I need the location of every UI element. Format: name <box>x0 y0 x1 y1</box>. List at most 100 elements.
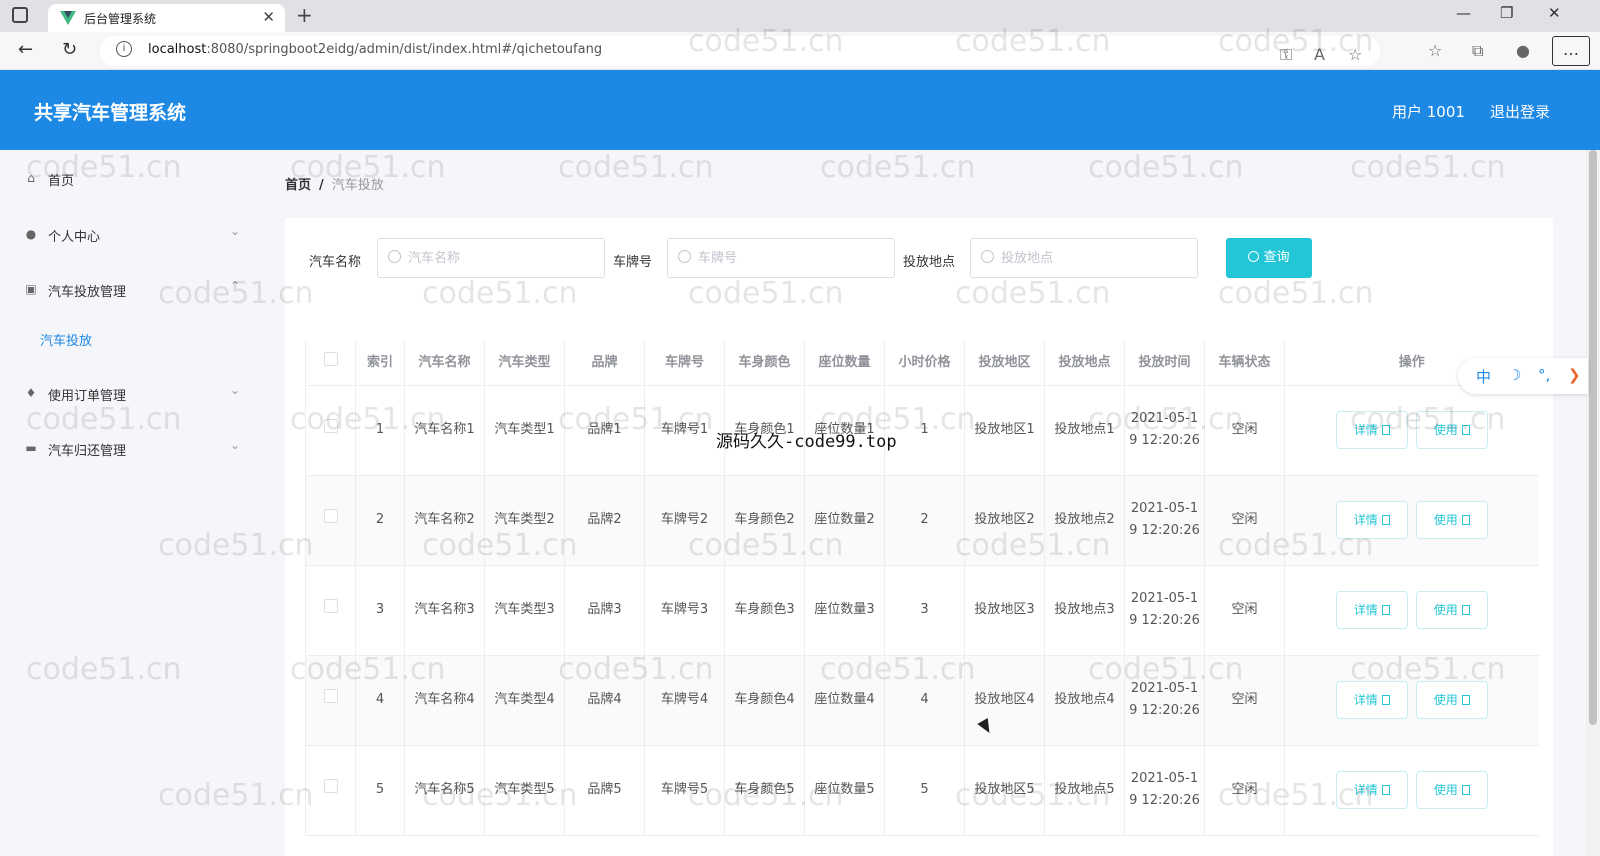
status-cell: 空闲 <box>1204 745 1285 836</box>
region-cell: 投放地区1 <box>964 385 1045 476</box>
url-field[interactable]: i localhost:8080/springboot2eidg/admin/d… <box>100 36 1380 66</box>
row-select-cell[interactable] <box>305 385 356 476</box>
detail-button[interactable]: 详情 <box>1335 411 1408 449</box>
row-checkbox[interactable] <box>323 599 338 613</box>
breadcrumb: 首页 / 汽车投放 <box>285 174 384 193</box>
row-checkbox[interactable] <box>323 509 338 523</box>
use-button-label: 使用 <box>1433 513 1458 527</box>
detail-button[interactable]: 详情 <box>1335 591 1408 629</box>
column-header: 车牌号 <box>644 341 725 386</box>
document-icon <box>1381 785 1390 795</box>
document-icon <box>1381 695 1390 705</box>
row-checkbox[interactable] <box>323 779 338 793</box>
type-cell: 汽车类型4 <box>484 655 565 746</box>
clipboard-icon: ▣ <box>25 282 37 296</box>
query-button[interactable]: 查询 <box>1226 238 1312 278</box>
column-header: 投放地点 <box>1044 341 1125 386</box>
breadcrumb-home[interactable]: 首页 <box>285 178 311 193</box>
actions-cell: 详情 使用 <box>1284 385 1539 476</box>
region-cell: 投放地区2 <box>964 475 1045 566</box>
language-toggle[interactable]: 中 <box>1476 366 1491 387</box>
minimize-icon[interactable]: — <box>1456 4 1471 22</box>
table-row: 3 汽车名称3 汽车类型3 品牌3 车牌号3 车身颜色3 座位数量3 3 投放地… <box>305 565 1539 656</box>
use-button[interactable]: 使用 <box>1415 411 1488 449</box>
detail-button-label: 详情 <box>1353 693 1378 707</box>
document-icon <box>1381 605 1390 615</box>
row-select-cell[interactable] <box>305 565 356 656</box>
name-search-input[interactable] <box>377 238 605 278</box>
tab-close-icon[interactable]: ✕ <box>262 8 275 26</box>
column-header: 车身颜色 <box>724 341 805 386</box>
back-icon[interactable]: ← <box>18 39 33 60</box>
region-cell: 投放地区5 <box>964 745 1045 836</box>
row-select-cell[interactable] <box>305 655 356 746</box>
favorites-icon[interactable]: ☆ <box>1428 41 1442 60</box>
use-button[interactable]: 使用 <box>1415 501 1488 539</box>
browser-menu-icon[interactable]: … <box>1552 36 1590 66</box>
document-icon <box>1461 605 1470 615</box>
status-cell: 空闲 <box>1204 565 1285 656</box>
column-header: 汽车名称 <box>404 341 485 386</box>
row-select-cell[interactable] <box>305 745 356 836</box>
select-all-checkbox[interactable] <box>323 351 338 366</box>
new-tab-icon[interactable]: + <box>296 3 313 27</box>
moon-icon[interactable]: ☽ <box>1508 366 1521 384</box>
sidebar-item-personal-center[interactable]: ● 个人中心 ⌄ <box>0 219 265 249</box>
logout-link[interactable]: 退出登录 <box>1490 101 1550 122</box>
use-button[interactable]: 使用 <box>1415 771 1488 809</box>
detail-button[interactable]: 详情 <box>1335 681 1408 719</box>
key-icon[interactable]: ⚿ <box>1280 45 1292 65</box>
add-favorite-icon[interactable]: ☆ <box>1348 45 1362 64</box>
browser-tab[interactable]: 后台管理系统 ✕ <box>48 4 285 32</box>
select-all-cell[interactable] <box>305 341 356 386</box>
tab-actions-icon[interactable] <box>12 7 28 23</box>
floating-toolbar: 中 ☽ °, ❯ <box>1458 358 1588 394</box>
sidebar-item-car-deploy-management[interactable]: ▣ 汽车投放管理 ⌃ <box>0 274 265 304</box>
detail-button[interactable]: 详情 <box>1335 501 1408 539</box>
actions-cell: 详情 使用 <box>1284 475 1539 566</box>
punctuation-icon[interactable]: °, <box>1538 366 1550 384</box>
sidebar-item-order-management[interactable]: ♦ 使用订单管理 ⌄ <box>0 378 265 408</box>
search-icon <box>678 250 691 263</box>
chevron-right-icon[interactable]: ❯ <box>1568 366 1581 384</box>
site-info-icon[interactable]: i <box>116 41 132 57</box>
collections-icon[interactable]: ⧉ <box>1472 41 1483 61</box>
sidebar-subitem-car-deploy[interactable]: 汽车投放 <box>40 330 92 349</box>
scrollbar-thumb[interactable] <box>1589 150 1597 725</box>
document-icon <box>1461 695 1470 705</box>
table-row: 5 汽车名称5 汽车类型5 品牌5 车牌号5 车身颜色5 座位数量5 5 投放地… <box>305 745 1539 836</box>
car-table: 索引 汽车名称 汽车类型 品牌 车牌号 车身颜色 座位数量 小时价格 投放地区 … <box>305 341 1539 836</box>
use-button[interactable]: 使用 <box>1415 591 1488 629</box>
column-header: 投放时间 <box>1124 341 1205 386</box>
location-search-input[interactable] <box>970 238 1198 278</box>
read-aloud-icon[interactable]: A <box>1314 45 1325 64</box>
brand-cell: 品牌5 <box>564 745 645 836</box>
plate-search-input[interactable] <box>667 238 895 278</box>
time-cell: 2021-05-19 12:20:26 <box>1124 385 1205 476</box>
profile-icon[interactable]: ● <box>1516 41 1530 60</box>
row-checkbox[interactable] <box>323 689 338 703</box>
sidebar-item-label: 个人中心 <box>48 230 101 245</box>
sidebar-item-home[interactable]: ⌂ 首页 <box>0 163 265 193</box>
column-header: 车辆状态 <box>1204 341 1285 386</box>
document-icon <box>1461 425 1470 435</box>
document-icon <box>1381 515 1390 525</box>
reload-icon[interactable]: ↻ <box>62 39 77 60</box>
row-select-cell[interactable] <box>305 475 356 566</box>
page-scrollbar[interactable] <box>1586 150 1600 856</box>
restore-icon[interactable]: ❐ <box>1500 4 1513 22</box>
time-cell: 2021-05-19 12:20:26 <box>1124 475 1205 566</box>
detail-button[interactable]: 详情 <box>1335 771 1408 809</box>
location-cell: 投放地点2 <box>1044 475 1125 566</box>
plate-cell: 车牌号4 <box>644 655 725 746</box>
plate-cell: 车牌号5 <box>644 745 725 836</box>
user-label: 用户 1001 <box>1392 103 1465 121</box>
seats-cell: 座位数量3 <box>804 565 885 656</box>
use-button[interactable]: 使用 <box>1415 681 1488 719</box>
sidebar: ⌂ 首页 ● 个人中心 ⌄ ▣ 汽车投放管理 ⌃ 汽车投放 ♦ 使用订单管理 ⌄… <box>0 150 265 856</box>
sidebar-item-return-management[interactable]: ▬ 汽车归还管理 ⌄ <box>0 433 265 463</box>
window-close-icon[interactable]: ✕ <box>1548 4 1561 22</box>
row-checkbox[interactable] <box>323 419 338 433</box>
use-button-label: 使用 <box>1433 603 1458 617</box>
name-cell: 汽车名称1 <box>404 385 485 476</box>
